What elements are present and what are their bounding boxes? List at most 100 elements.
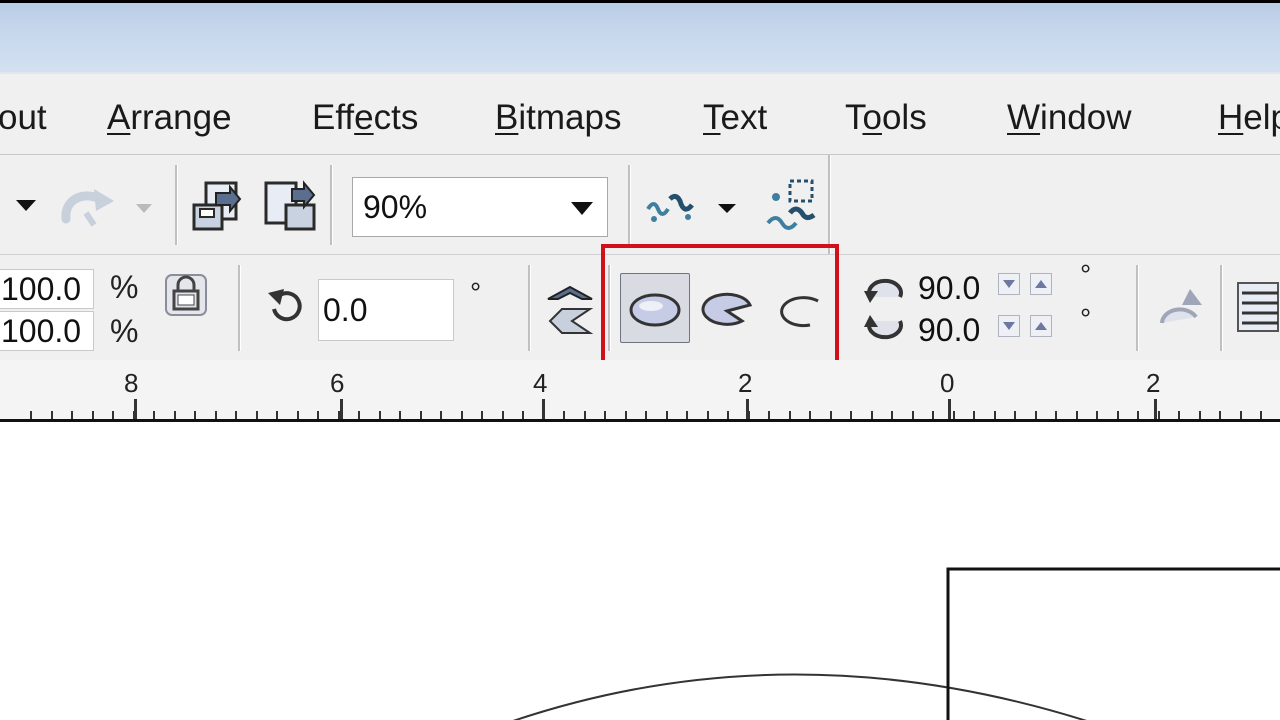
ruler-tick [30,411,32,419]
ruler-tick [481,411,483,419]
ruler-tick [399,411,401,419]
ruler-label: 0 [940,368,955,398]
ruler-tick [625,411,627,419]
ruler-tick [420,411,422,419]
dropdown-arrow-icon[interactable] [14,197,38,213]
menu-label: itmaps [518,98,622,137]
ruler-tick [1096,411,1098,419]
menu-label: out [0,98,47,137]
ruler-tick [379,411,381,419]
ruler-label: 2 [1146,368,1161,398]
ruler-tick [1199,411,1201,419]
ruler-tick [645,411,647,419]
welcome-screen-icon[interactable] [760,177,822,233]
menu-layout[interactable]: out [0,98,47,138]
start-angle-icon [864,278,903,303]
ruler-tick [707,411,709,419]
menu-effects[interactable]: Effects [312,98,418,138]
end-angle-icon [864,315,903,340]
menu-tools[interactable]: Tools [845,98,927,138]
menu-mnemonic: A [107,98,131,137]
import-icon[interactable] [190,179,246,235]
start-angle-increment[interactable] [1030,273,1052,295]
menu-label: elp [1243,98,1280,137]
menu-window[interactable]: Window [1007,98,1132,138]
application-launcher-icon[interactable] [644,189,700,225]
ruler-tick [358,411,360,419]
ruler-tick [522,411,524,419]
toolbar-separator [1220,265,1223,351]
ruler-tick [1158,411,1160,419]
title-bar [0,0,1280,72]
mirror-icon[interactable] [542,279,598,343]
ruler-tick [768,411,770,419]
ruler-tick [174,411,176,419]
ruler-tick [51,411,53,419]
dropdown-arrow-icon[interactable] [134,201,154,215]
ruler-tick [112,411,114,419]
menu-label: indow [1040,98,1132,137]
end-angle-increment[interactable] [1030,315,1052,337]
rotate-icon [268,289,302,322]
ruler-major-tick [948,399,951,419]
ruler-tick [256,411,258,419]
change-direction-icon[interactable] [1154,283,1206,333]
ruler-major-tick [746,399,749,419]
toolbar-separator [528,265,531,351]
drawing-canvas[interactable] [0,422,1280,720]
menu-text[interactable]: Text [703,98,767,138]
ruler-tick [891,411,893,419]
spin-up-icon [1035,280,1047,288]
menu-arrange[interactable]: Arrange [107,98,232,138]
ruler-tick [666,411,668,419]
end-angle-degree-unit: ° [1080,303,1092,334]
ruler-tick [584,411,586,419]
ruler-tick [235,411,237,419]
ruler-tick [994,411,996,419]
scale-y-unit: % [110,313,139,349]
dropdown-arrow-icon[interactable] [716,201,738,215]
ruler-tick [1117,411,1119,419]
ruler-label: 8 [124,368,139,398]
menu-help[interactable]: Help [1218,98,1280,138]
ruler-tick [871,411,873,419]
ruler-major-tick [134,399,137,419]
ruler-tick [789,411,791,419]
redo-icon[interactable] [58,183,120,229]
arc-shape[interactable] [510,673,1090,720]
spin-up-icon [1035,322,1047,330]
scale-y-field[interactable]: 100.0 [0,311,94,351]
ruler-tick [317,411,319,419]
rotation-degree-unit: ° [470,277,482,308]
zoom-level-combo[interactable]: 90% [352,177,608,237]
toolbar-separator [828,155,831,255]
export-icon[interactable] [262,179,318,235]
wrap-paragraph-text-icon[interactable] [1236,281,1280,333]
toolbar-separator [1136,265,1139,351]
rotation-angle-field[interactable]: 0.0 [318,279,454,341]
scale-x-field[interactable]: 100.0 [0,269,94,309]
ruler-tick [1219,411,1221,419]
toolbar-separator [238,265,241,351]
ruler-tick [973,411,975,419]
toolbar-separator [175,165,178,245]
end-angle-decrement[interactable] [998,315,1020,337]
ruler-tick [194,411,196,419]
ruler-tick [153,411,155,419]
menu-mnemonic: o [862,98,882,137]
ruler-tick [850,411,852,419]
menu-label: ext [720,98,768,137]
ruler-tick [215,411,217,419]
ruler-tick [92,411,94,419]
chevron-down-icon[interactable] [571,202,593,215]
ruler-tick [461,411,463,419]
lock-ratio-icon[interactable] [162,271,210,319]
scale-x-unit: % [110,269,139,305]
start-angle-decrement[interactable] [998,273,1020,295]
menu-label: Eff [312,98,355,137]
menu-label: cts [373,98,419,137]
menu-bitmaps[interactable]: Bitmaps [495,98,621,138]
menu-label: rrange [130,98,232,137]
ruler-tick [297,411,299,419]
menu-mnemonic: T [703,98,721,137]
